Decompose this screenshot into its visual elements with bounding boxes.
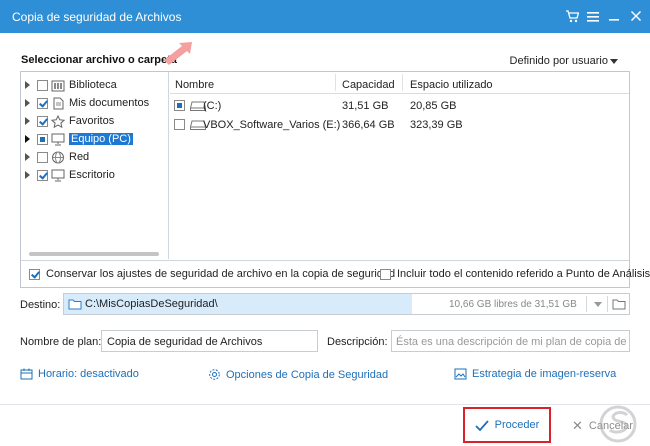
checkbox[interactable] [380, 268, 391, 280]
checkbox[interactable] [174, 100, 185, 111]
minimize-icon[interactable] [606, 8, 622, 24]
backup-options-label: Opciones de Copia de Seguridad [226, 368, 389, 381]
image-icon [454, 368, 467, 380]
keep-security-option[interactable]: Conservar los ajustes de seguridad de ar… [29, 268, 395, 280]
backup-options-link[interactable]: Opciones de Copia de Seguridad [208, 368, 388, 381]
star-icon [51, 114, 65, 128]
include-junction-option[interactable]: Incluir todo el contenido referido a Pun… [380, 268, 650, 280]
table-row[interactable]: (C:) 31,51 GB 20,85 GB [170, 96, 629, 115]
list-header: Nombre Capacidad Espacio utilizado [170, 72, 629, 94]
tree-item-label: Favoritos [69, 115, 115, 127]
proceed-label: Proceder [494, 419, 540, 431]
computer-icon [51, 133, 65, 145]
selection-panel: Biblioteca Mis documentos Favoritos Equi… [20, 71, 650, 288]
drive-used: 20,85 GB [410, 100, 457, 112]
browse-folder-icon[interactable] [612, 298, 626, 310]
check-icon [475, 419, 489, 431]
expand-icon[interactable] [25, 153, 30, 161]
destination-free-space: 10,66 GB libres de 31,51 GB [449, 299, 577, 310]
desktop-icon [51, 169, 65, 181]
drive-capacity: 31,51 GB [342, 100, 389, 112]
expand-icon[interactable] [25, 135, 30, 143]
calendar-icon [20, 368, 33, 380]
proceed-button[interactable]: Proceder [463, 407, 551, 443]
tree-item-label: Escritorio [69, 169, 115, 181]
description-label: Descripción: [327, 336, 388, 348]
documents-icon [53, 97, 64, 109]
tree-item-red[interactable]: Red [21, 148, 167, 166]
drive-name: (C:) [203, 100, 222, 112]
mode-dropdown[interactable]: Definido por usuario [510, 55, 618, 67]
panel-options: Conservar los ajustes de seguridad de ar… [21, 260, 650, 287]
drive-used: 323,39 GB [410, 119, 463, 131]
table-row[interactable]: VBOX_Software_Varios (E:) 366,64 GB 323,… [170, 115, 629, 134]
column-divider [335, 74, 336, 91]
expand-icon[interactable] [25, 171, 30, 179]
close-icon: ✕ [572, 418, 583, 433]
schedule-link[interactable]: Horario: desactivado [20, 368, 139, 380]
expand-icon[interactable] [25, 117, 30, 125]
tree-scrollbar[interactable] [29, 252, 159, 256]
drive-list: Nombre Capacidad Espacio utilizado (C:) … [170, 72, 629, 259]
plan-name-field[interactable]: Copia de seguridad de Archivos [101, 330, 318, 352]
title-bar: Copia de seguridad de Archivos [0, 0, 650, 33]
destination-path: C:\MisCopiasDeSeguridad\ [85, 298, 218, 310]
tree-item-label: Mis documentos [69, 97, 150, 109]
mode-dropdown-label: Definido por usuario [509, 55, 608, 67]
tree-item-label: Red [69, 151, 90, 163]
library-icon [51, 80, 65, 91]
gear-icon [209, 369, 220, 380]
strategy-link[interactable]: Estrategia de imagen-reserva [454, 368, 616, 380]
tree-item-biblioteca[interactable]: Biblioteca [21, 76, 167, 94]
menu-icon[interactable] [585, 8, 601, 24]
folder-icon [68, 299, 82, 310]
checkbox[interactable] [37, 79, 48, 91]
divider [607, 296, 608, 312]
footer-divider [0, 404, 650, 405]
tree-item-label: Biblioteca [69, 79, 117, 91]
tree-item-escritorio[interactable]: Escritorio [21, 166, 167, 184]
tree-item-label: Equipo (PC) [69, 133, 133, 145]
include-junction-label: Incluir todo el contenido referido a Pun… [397, 268, 650, 280]
tree-item-equipo[interactable]: Equipo (PC) [21, 130, 167, 148]
checkbox[interactable] [29, 268, 40, 280]
select-files-heading: Seleccionar archivo o carpeta [21, 54, 177, 66]
schedule-link-label: Horario: desactivado [38, 368, 139, 380]
chevron-down-icon[interactable] [594, 302, 602, 307]
checkbox[interactable] [37, 169, 48, 181]
folder-tree: Biblioteca Mis documentos Favoritos Equi… [21, 72, 169, 259]
tree-item-mis-documentos[interactable]: Mis documentos [21, 94, 167, 112]
drive-name: VBOX_Software_Varios (E:) [203, 119, 341, 131]
destination-field[interactable]: C:\MisCopiasDeSeguridad\ 10,66 GB libres… [63, 293, 630, 315]
close-icon[interactable] [628, 8, 644, 24]
column-divider [402, 74, 403, 91]
network-icon [52, 151, 64, 163]
window-title: Copia de seguridad de Archivos [12, 10, 182, 24]
checkbox[interactable] [37, 97, 48, 109]
checkbox[interactable] [174, 119, 185, 130]
chevron-down-icon [610, 58, 618, 64]
divider [586, 296, 587, 312]
expand-icon[interactable] [25, 81, 30, 89]
tree-item-favoritos[interactable]: Favoritos [21, 112, 167, 130]
plan-name-label: Nombre de plan: [20, 336, 102, 348]
cart-icon[interactable] [564, 8, 580, 24]
strategy-link-label: Estrategia de imagen-reserva [472, 368, 617, 380]
pointer-arrow-icon [164, 42, 192, 65]
checkbox[interactable] [37, 133, 48, 145]
description-field[interactable]: Ésta es una descripción de mi plan de co… [391, 330, 630, 352]
keep-security-label: Conservar los ajustes de seguridad de ar… [46, 268, 396, 280]
column-header-name[interactable]: Nombre [175, 79, 214, 91]
column-header-capacity[interactable]: Capacidad [342, 79, 395, 91]
destination-label: Destino: [20, 299, 61, 311]
expand-icon[interactable] [25, 99, 30, 107]
checkbox[interactable] [37, 151, 48, 163]
column-header-used[interactable]: Espacio utilizado [410, 79, 493, 91]
drive-capacity: 366,64 GB [342, 119, 395, 131]
watermark-logo-icon [599, 405, 637, 443]
checkbox[interactable] [37, 115, 48, 127]
